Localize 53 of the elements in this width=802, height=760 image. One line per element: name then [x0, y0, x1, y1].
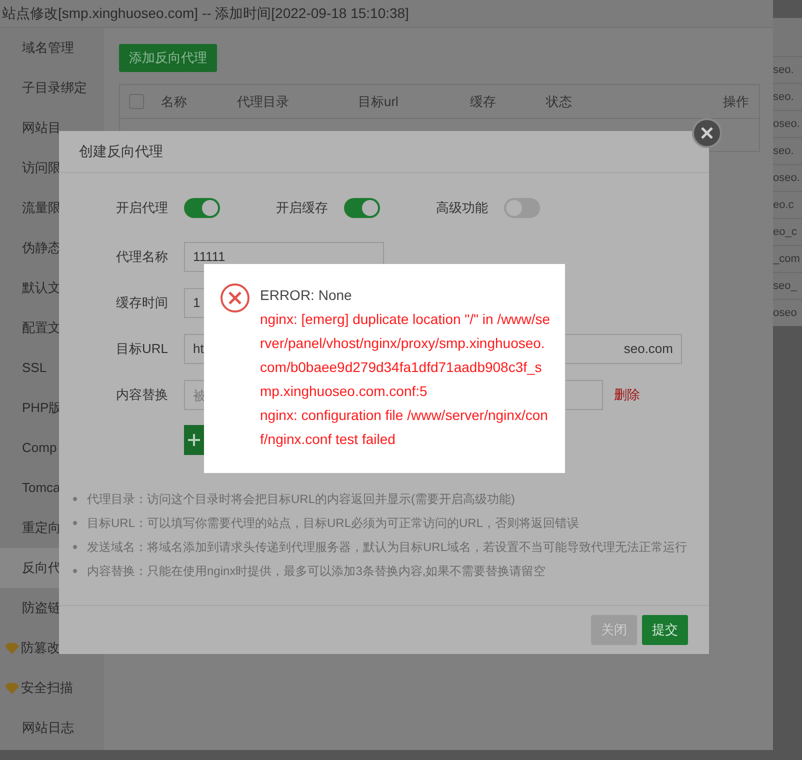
toggle-label: 开启代理 — [116, 199, 169, 218]
help-note: 目标URL：可以填写你需要代理的站点，目标URL必须为可正常访问的URL，否则将返回错误 — [87, 514, 580, 532]
sidebar-item[interactable]: 子目录绑定 — [0, 68, 104, 108]
sidebar-item[interactable]: 网站日志 — [0, 708, 104, 748]
toggle-label: 高级功能 — [436, 199, 489, 218]
sidebar-label: 防篡改 — [21, 639, 60, 658]
sidebar-label: 安全扫描 — [21, 679, 73, 698]
column-header: 代理目录 — [237, 92, 290, 111]
help-note: 代理目录：访问这个目录时将会把目标URL的内容返回并显示(需要开启高级功能) — [87, 490, 515, 508]
delete-link[interactable]: 删除 — [614, 385, 640, 405]
field-value: 1 — [193, 294, 200, 312]
sidebar-item[interactable]: 域名管理 — [0, 28, 104, 68]
error-message: nginx: configuration file /www/server/nginx/conf/nginx.conf test failed — [260, 406, 549, 449]
sidebar-label: Comp — [22, 439, 57, 458]
bullet-icon — [73, 496, 77, 500]
field-label: 缓存时间 — [116, 294, 169, 312]
window-title: 站点修改[smp.xinghuoseo.com] -- 添加时间[2022-09-18 15:10:38] — [2, 4, 409, 23]
field-value: seo.com — [624, 340, 673, 358]
toggle-label: 开启缓存 — [276, 199, 329, 218]
sidebar-item[interactable]: 安全扫描 — [0, 668, 104, 708]
bullet-icon — [73, 544, 77, 548]
error-icon — [220, 283, 250, 313]
sidebar-label: 子目录绑定 — [22, 79, 87, 98]
add-proxy-button[interactable]: 添加反向代理 — [119, 44, 217, 72]
column-header: 状态 — [546, 92, 573, 111]
error-title: ERROR: None — [260, 286, 353, 305]
bullet-icon — [73, 568, 77, 572]
sidebar-label: 网站日志 — [22, 719, 74, 738]
bullet-icon — [73, 520, 77, 524]
gem-icon — [5, 642, 19, 654]
toggle-switch[interactable] — [504, 198, 540, 218]
sidebar-label: SSL — [22, 359, 47, 378]
field-label: 内容替换 — [116, 386, 169, 404]
sidebar-label: 流量限 — [22, 199, 61, 218]
plus-icon — [188, 434, 200, 446]
toggle-switch[interactable] — [184, 198, 220, 218]
sidebar-item[interactable]: 防篡改 — [0, 628, 104, 668]
sidebar-label: 网站目 — [22, 119, 61, 138]
field-value: 11111 — [193, 248, 226, 266]
dialog-title: 创建反向代理 — [79, 142, 163, 161]
sidebar-label: 域名管理 — [22, 39, 74, 58]
submit-button[interactable]: 提交 — [642, 615, 688, 645]
gem-icon — [5, 682, 19, 694]
column-header: 操作 — [723, 92, 749, 111]
column-header: 缓存 — [470, 92, 497, 111]
column-header: 名称 — [161, 92, 188, 111]
replace-target-input-field[interactable] — [566, 380, 603, 410]
toggle-switch[interactable] — [344, 198, 380, 218]
close-icon[interactable] — [692, 118, 722, 148]
column-header: 目标url — [358, 92, 400, 111]
field-value: ht — [193, 340, 204, 358]
field-label: 代理名称 — [116, 248, 169, 266]
field-label: 目标URL — [116, 340, 170, 358]
